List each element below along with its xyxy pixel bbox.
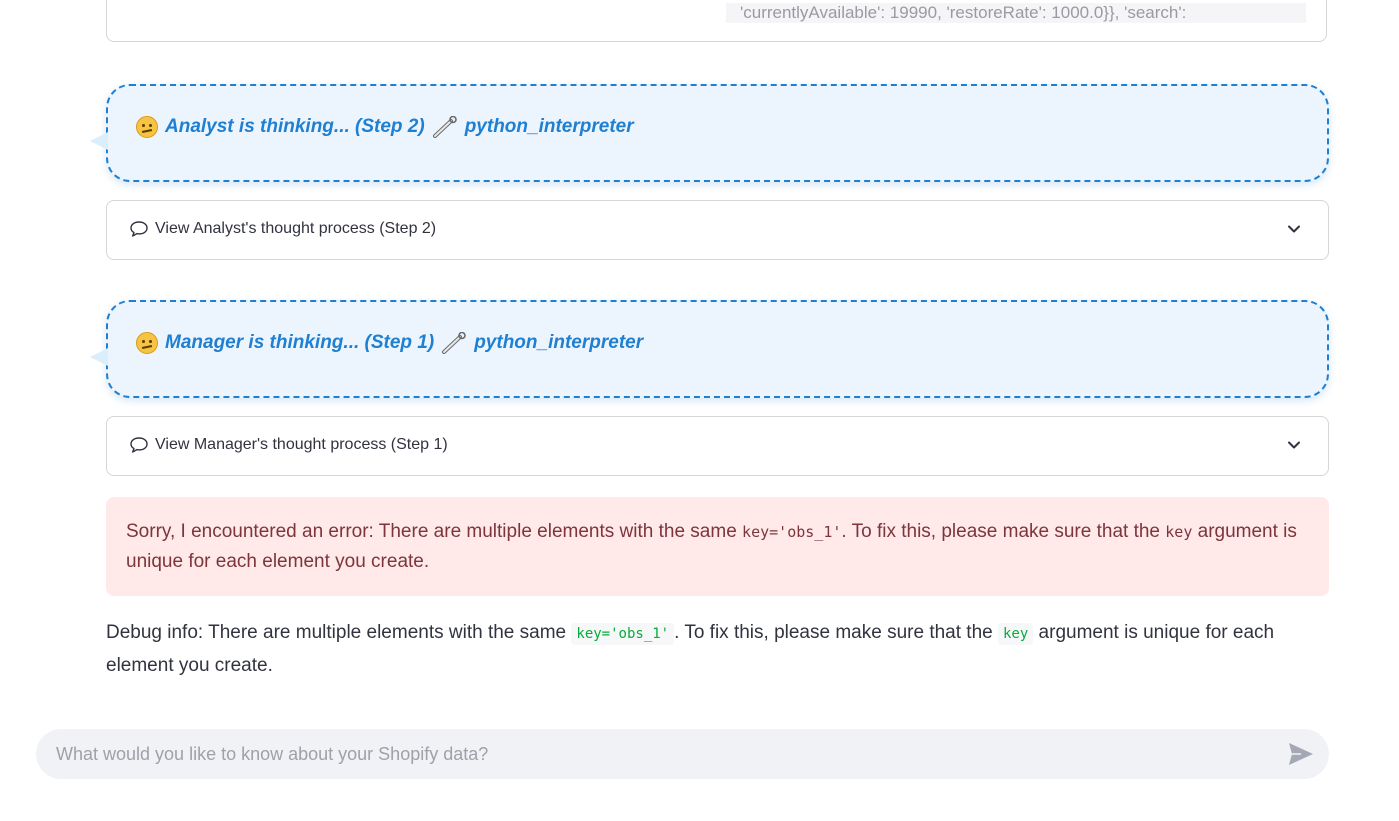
speech-bubble-icon <box>130 221 148 237</box>
debug-text-part1: Debug info: There are multiple elements … <box>106 622 572 643</box>
thinking-label: Manager is thinking... (Step 1) <box>165 332 435 353</box>
manager-thinking-bubble: Manager is thinking... (Step 1) python_i… <box>90 300 1329 398</box>
wrench-icon <box>441 331 467 354</box>
debug-code-argument: key <box>997 623 1034 645</box>
thinking-face-icon <box>136 116 158 138</box>
error-text-part1: Sorry, I encountered an error: There are… <box>126 521 743 542</box>
observation-text: 'currentlyAvailable': 19990, 'restoreRat… <box>726 3 1306 23</box>
expander-label: View Analyst's thought process (Step 2) <box>155 220 437 237</box>
manager-thought-expander[interactable]: View Manager's thought process (Step 1) <box>106 416 1329 476</box>
tool-name: python_interpreter <box>464 116 634 137</box>
thinking-face-icon <box>136 332 158 354</box>
analyst-thinking-bubble: Analyst is thinking... (Step 2) python_i… <box>90 84 1329 182</box>
speech-bubble-icon <box>130 437 148 453</box>
tool-name: python_interpreter <box>474 332 644 353</box>
chat-page: 'currentlyAvailable': 19990, 'restoreRat… <box>0 0 1399 821</box>
error-text-part2: . To fix this, please make sure that the <box>841 521 1166 542</box>
chat-input-bar <box>36 729 1329 779</box>
expander-header: View Manager's thought process (Step 1) <box>129 436 448 454</box>
debug-code-key: key='obs_1' <box>571 623 675 645</box>
chevron-down-icon[interactable] <box>1286 221 1302 237</box>
analyst-thought-expander[interactable]: View Analyst's thought process (Step 2) <box>106 200 1329 260</box>
error-alert: Sorry, I encountered an error: There are… <box>106 497 1329 596</box>
chat-input[interactable] <box>56 729 1276 779</box>
debug-text-part2: . To fix this, please make sure that the <box>674 622 998 643</box>
observation-card: 'currentlyAvailable': 19990, 'restoreRat… <box>106 0 1327 42</box>
wrench-icon <box>432 115 458 138</box>
error-code-key: key='obs_1' <box>742 523 842 541</box>
analyst-thinking-text: Analyst is thinking... (Step 2) python_i… <box>136 115 634 138</box>
send-icon[interactable] <box>1287 741 1315 767</box>
thinking-label: Analyst is thinking... (Step 2) <box>165 116 425 137</box>
manager-thinking-text: Manager is thinking... (Step 1) python_i… <box>136 331 644 354</box>
chevron-down-icon[interactable] <box>1286 437 1302 453</box>
debug-info: Debug info: There are multiple elements … <box>106 617 1329 682</box>
expander-header: View Analyst's thought process (Step 2) <box>129 220 436 238</box>
expander-label: View Manager's thought process (Step 1) <box>155 436 448 453</box>
error-code-argument: key <box>1165 523 1193 541</box>
